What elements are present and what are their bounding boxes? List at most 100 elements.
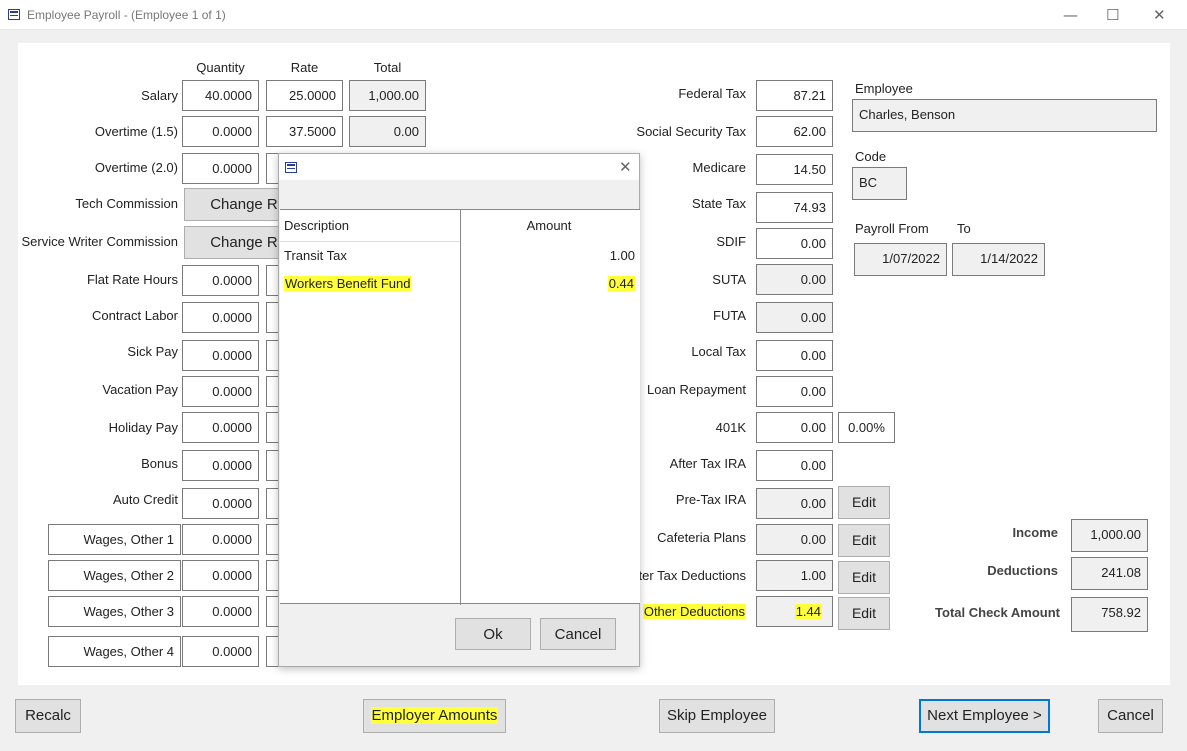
tech-commission-label: Tech Commission: [75, 196, 178, 211]
bonus-quantity-field[interactable]: 0.0000: [182, 450, 259, 481]
salary-rate-field[interactable]: 25.0000: [266, 80, 343, 111]
row-2-description[interactable]: Workers Benefit Fund: [284, 276, 412, 291]
cancel-button[interactable]: Cancel: [1098, 699, 1163, 733]
employee-code-field: BC: [852, 167, 907, 200]
grid-header-divider: [280, 241, 460, 242]
contract-labor-label: Contract Labor: [92, 308, 178, 323]
recalc-button[interactable]: Recalc: [15, 699, 81, 733]
401k-percent-field[interactable]: 0.00%: [838, 412, 895, 443]
loan-repayment-field[interactable]: 0.00: [756, 376, 833, 407]
wages-other-4-quantity-field[interactable]: 0.0000: [182, 636, 259, 667]
description-column-header[interactable]: Description: [284, 218, 349, 233]
auto-credit-label: Auto Credit: [112, 492, 178, 507]
dialog-cancel-button[interactable]: Cancel: [540, 618, 616, 650]
deductions-grid: Description Amount Transit Tax 1.00 Work…: [280, 209, 640, 605]
payroll-to-label: To: [957, 221, 971, 236]
after-tax-deductions-field: 1.00: [756, 560, 833, 591]
row-2-description-wrap[interactable]: Workers Benefit Fund: [284, 276, 412, 291]
sdif-field[interactable]: 0.00: [756, 228, 833, 259]
overtime-15-total-field: 0.00: [349, 116, 426, 147]
row-1-description[interactable]: Transit Tax: [284, 248, 347, 263]
holiday-pay-quantity-field[interactable]: 0.0000: [182, 412, 259, 443]
salary-label: Salary: [141, 88, 178, 103]
other-deductions-field-wrap: 1.44: [756, 596, 833, 627]
dialog-app-icon: [285, 162, 297, 173]
skip-employee-button[interactable]: Skip Employee: [659, 699, 775, 733]
auto-credit-quantity-field[interactable]: 0.0000: [182, 488, 259, 519]
service-writer-commission-label: Service Writer Commission: [21, 234, 178, 249]
total-header: Total: [373, 60, 402, 75]
code-label: Code: [855, 149, 887, 164]
flat-rate-hours-label: Flat Rate Hours: [86, 272, 178, 287]
dialog-ok-button[interactable]: Ok: [455, 618, 531, 650]
row-1-amount[interactable]: 1.00: [480, 248, 635, 263]
after-tax-ira-field[interactable]: 0.00: [756, 450, 833, 481]
overtime-20-quantity-field[interactable]: 0.0000: [182, 153, 259, 184]
401k-field[interactable]: 0.00: [756, 412, 833, 443]
other-deductions-label: Other Deductions: [642, 604, 746, 619]
federal-tax-field[interactable]: 87.21: [756, 80, 833, 111]
holiday-pay-label: Holiday Pay: [108, 420, 178, 435]
overtime-15-rate-field[interactable]: 37.5000: [266, 116, 343, 147]
deductions-total-field: 241.08: [1071, 557, 1148, 590]
grid-column-divider: [460, 210, 461, 605]
other-deductions-field: 1.44: [794, 604, 822, 619]
salary-quantity-field[interactable]: 40.0000: [182, 80, 259, 111]
flat-rate-hours-quantity-field[interactable]: 0.0000: [182, 265, 259, 296]
federal-tax-label: Federal Tax: [678, 86, 746, 101]
dialog-title-bar: ✕: [279, 154, 639, 180]
futa-field: 0.00: [756, 302, 833, 333]
state-tax-field[interactable]: 74.93: [756, 192, 833, 223]
sick-pay-quantity-field[interactable]: 0.0000: [182, 340, 259, 371]
overtime-20-label: Overtime (2.0): [94, 160, 178, 175]
bonus-label: Bonus: [141, 456, 178, 471]
pre-tax-ira-field: 0.00: [756, 488, 833, 519]
dialog-close-icon[interactable]: ✕: [619, 158, 632, 176]
payroll-from-label: Payroll From: [855, 221, 929, 236]
sick-pay-label: Sick Pay: [127, 344, 178, 359]
other-deductions-edit-button[interactable]: Edit: [838, 597, 890, 630]
wages-other-1-name-field[interactable]: Wages, Other 1: [48, 524, 181, 555]
row-2-amount-wrap[interactable]: 0.44: [480, 276, 635, 291]
deductions-total-label: Deductions: [987, 563, 1058, 578]
wages-other-2-quantity-field[interactable]: 0.0000: [182, 560, 259, 591]
vacation-pay-label: Vacation Pay: [102, 382, 178, 397]
suta-field: 0.00: [756, 264, 833, 295]
pre-tax-ira-edit-button[interactable]: Edit: [838, 486, 890, 519]
social-security-tax-field[interactable]: 62.00: [756, 116, 833, 147]
after-tax-deductions-edit-button[interactable]: Edit: [838, 561, 890, 594]
medicare-field[interactable]: 14.50: [756, 154, 833, 185]
minimize-icon[interactable]: —: [1063, 6, 1078, 24]
maximize-icon[interactable]: ☐: [1106, 6, 1119, 24]
wages-other-2-name-field[interactable]: Wages, Other 2: [48, 560, 181, 591]
title-bar: Employee Payroll - (Employee 1 of 1) — ☐…: [0, 0, 1187, 30]
row-2-amount[interactable]: 0.44: [607, 276, 635, 291]
employer-amounts-button-wrap[interactable]: Employer Amounts: [363, 699, 506, 733]
wages-other-1-quantity-field[interactable]: 0.0000: [182, 524, 259, 555]
wages-other-3-quantity-field[interactable]: 0.0000: [182, 596, 259, 627]
close-icon[interactable]: ✕: [1153, 6, 1166, 24]
wages-other-3-name-field[interactable]: Wages, Other 3: [48, 596, 181, 627]
social-security-tax-label: Social Security Tax: [636, 124, 746, 139]
window-title: Employee Payroll - (Employee 1 of 1): [27, 8, 226, 22]
local-tax-field[interactable]: 0.00: [756, 340, 833, 371]
rate-header: Rate: [290, 60, 319, 75]
other-deductions-dialog: ✕ Description Amount Transit Tax 1.00 Wo…: [278, 153, 640, 667]
total-check-amount-field: 758.92: [1071, 597, 1148, 632]
amount-column-header[interactable]: Amount: [464, 218, 634, 233]
wages-other-4-name-field[interactable]: Wages, Other 4: [48, 636, 181, 667]
next-employee-button[interactable]: Next Employee >: [919, 699, 1050, 733]
app-icon: [8, 9, 20, 20]
income-field: 1,000.00: [1071, 519, 1148, 552]
cafeteria-plans-edit-button[interactable]: Edit: [838, 524, 890, 557]
cafeteria-plans-field: 0.00: [756, 524, 833, 555]
contract-labor-quantity-field[interactable]: 0.0000: [182, 302, 259, 333]
overtime-15-label: Overtime (1.5): [94, 124, 178, 139]
vacation-pay-quantity-field[interactable]: 0.0000: [182, 376, 259, 407]
employer-amounts-button[interactable]: Employer Amounts: [370, 707, 499, 724]
payroll-to-field: 1/14/2022: [952, 243, 1045, 276]
quantity-header: Quantity: [196, 60, 245, 75]
employee-name-field: Charles, Benson: [852, 99, 1157, 132]
total-check-amount-label: Total Check Amount: [935, 605, 1060, 620]
overtime-15-quantity-field[interactable]: 0.0000: [182, 116, 259, 147]
